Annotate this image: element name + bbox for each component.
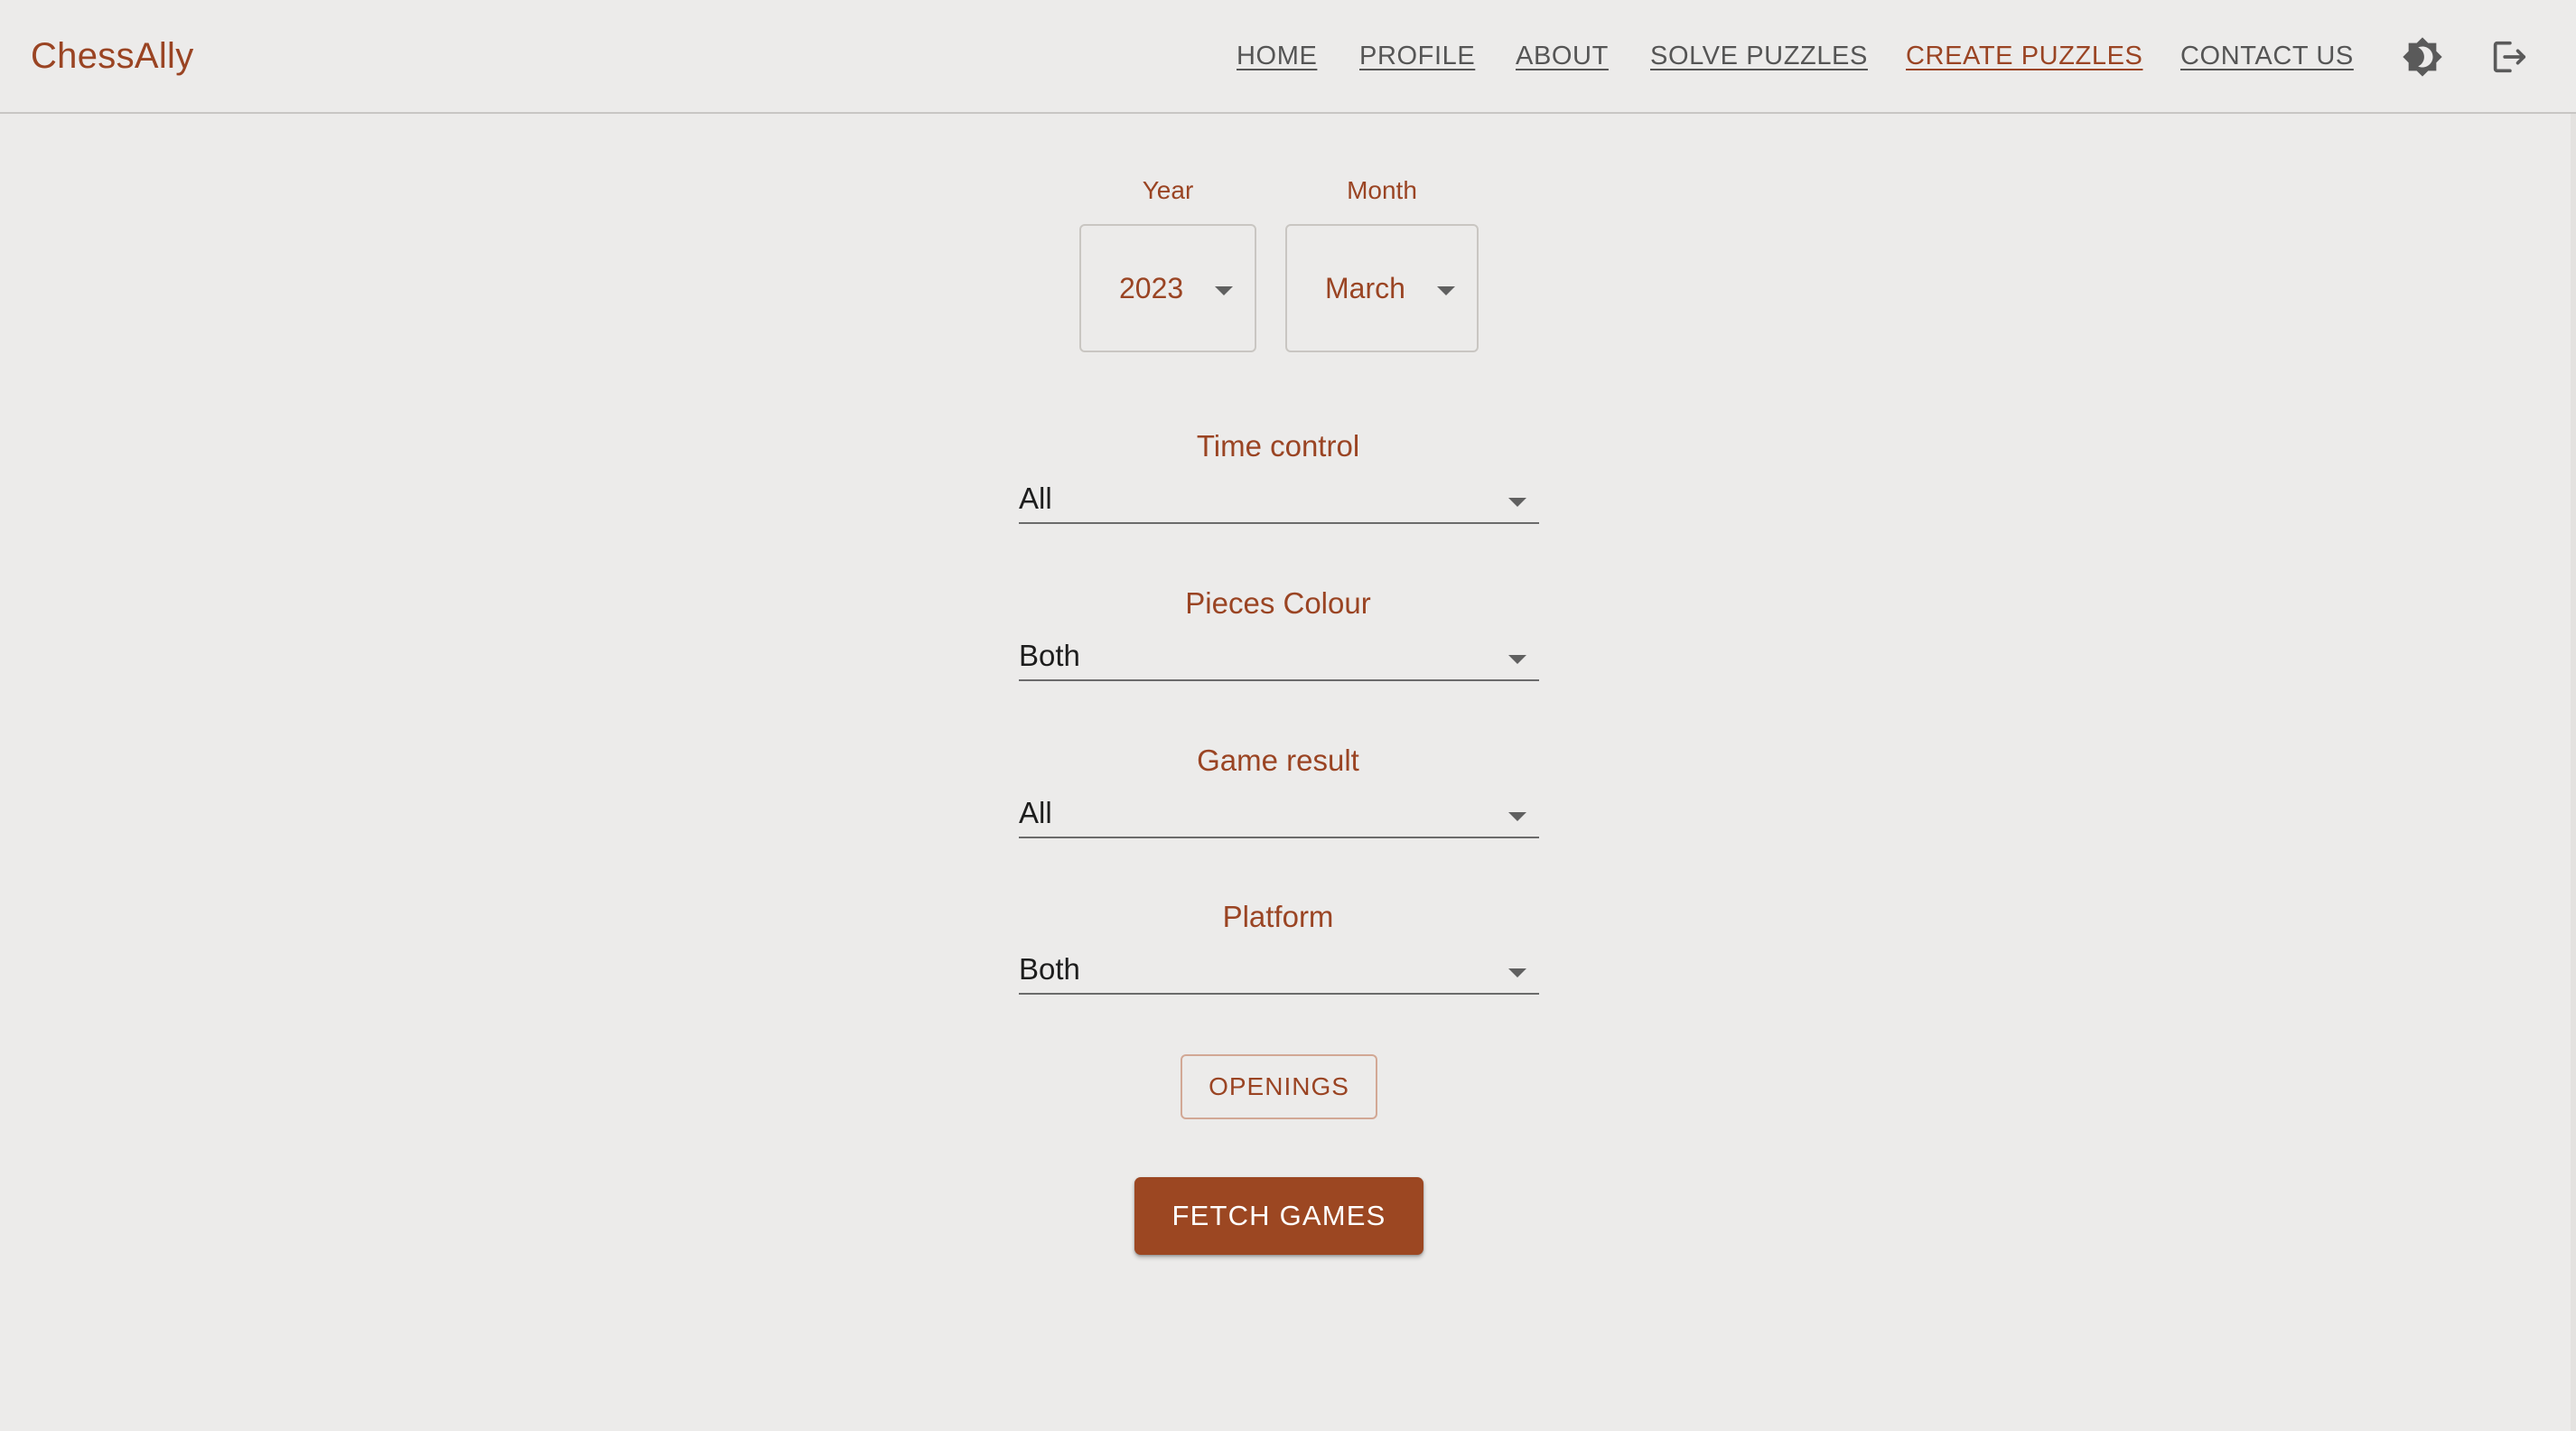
fetch-games-button[interactable]: FETCH GAMES xyxy=(1134,1177,1423,1255)
pieces-colour-label: Pieces Colour xyxy=(1185,586,1371,620)
app-header: ChessAlly HOME PROFILE ABOUT SOLVE PUZZL… xyxy=(0,0,2576,114)
logout-icon[interactable] xyxy=(2487,36,2529,78)
game-result-select[interactable]: All xyxy=(1019,793,1539,838)
nav-profile[interactable]: PROFILE xyxy=(1359,40,1475,72)
chevron-down-icon xyxy=(1437,286,1455,295)
chevron-down-icon xyxy=(1508,812,1526,821)
chevron-down-icon xyxy=(1215,286,1233,295)
nav-about[interactable]: ABOUT xyxy=(1516,40,1609,72)
platform-label: Platform xyxy=(1222,900,1334,933)
month-select[interactable]: March xyxy=(1285,224,1479,352)
chevron-down-icon xyxy=(1508,968,1526,977)
pieces-colour-select[interactable]: Both xyxy=(1019,636,1539,681)
game-result-label: Game result xyxy=(1197,744,1359,777)
platform-select[interactable]: Both xyxy=(1019,949,1539,995)
platform-value: Both xyxy=(1019,952,1080,986)
month-label: Month xyxy=(1347,176,1417,204)
year-label: Year xyxy=(1142,176,1194,204)
nav-create-puzzles[interactable]: CREATE PUZZLES xyxy=(1906,40,2142,72)
time-control-select[interactable]: All xyxy=(1019,479,1539,524)
chevron-down-icon xyxy=(1508,498,1526,507)
year-value: 2023 xyxy=(1119,272,1184,304)
scrollbar[interactable] xyxy=(2571,114,2576,1431)
openings-button[interactable]: OPENINGS xyxy=(1181,1054,1377,1119)
year-select[interactable]: 2023 xyxy=(1079,224,1256,352)
chevron-down-icon xyxy=(1508,655,1526,664)
nav-contact-us[interactable]: CONTACT US xyxy=(2180,40,2354,72)
brand-logo[interactable]: ChessAlly xyxy=(31,33,194,80)
nav-home[interactable]: HOME xyxy=(1237,40,1317,72)
time-control-label: Time control xyxy=(1196,429,1360,463)
nav-solve-puzzles[interactable]: SOLVE PUZZLES xyxy=(1650,40,1868,72)
pieces-colour-value: Both xyxy=(1019,639,1080,672)
theme-toggle-icon[interactable] xyxy=(2402,36,2443,78)
game-result-value: All xyxy=(1019,796,1052,829)
time-control-value: All xyxy=(1019,482,1052,515)
month-value: March xyxy=(1325,272,1405,304)
